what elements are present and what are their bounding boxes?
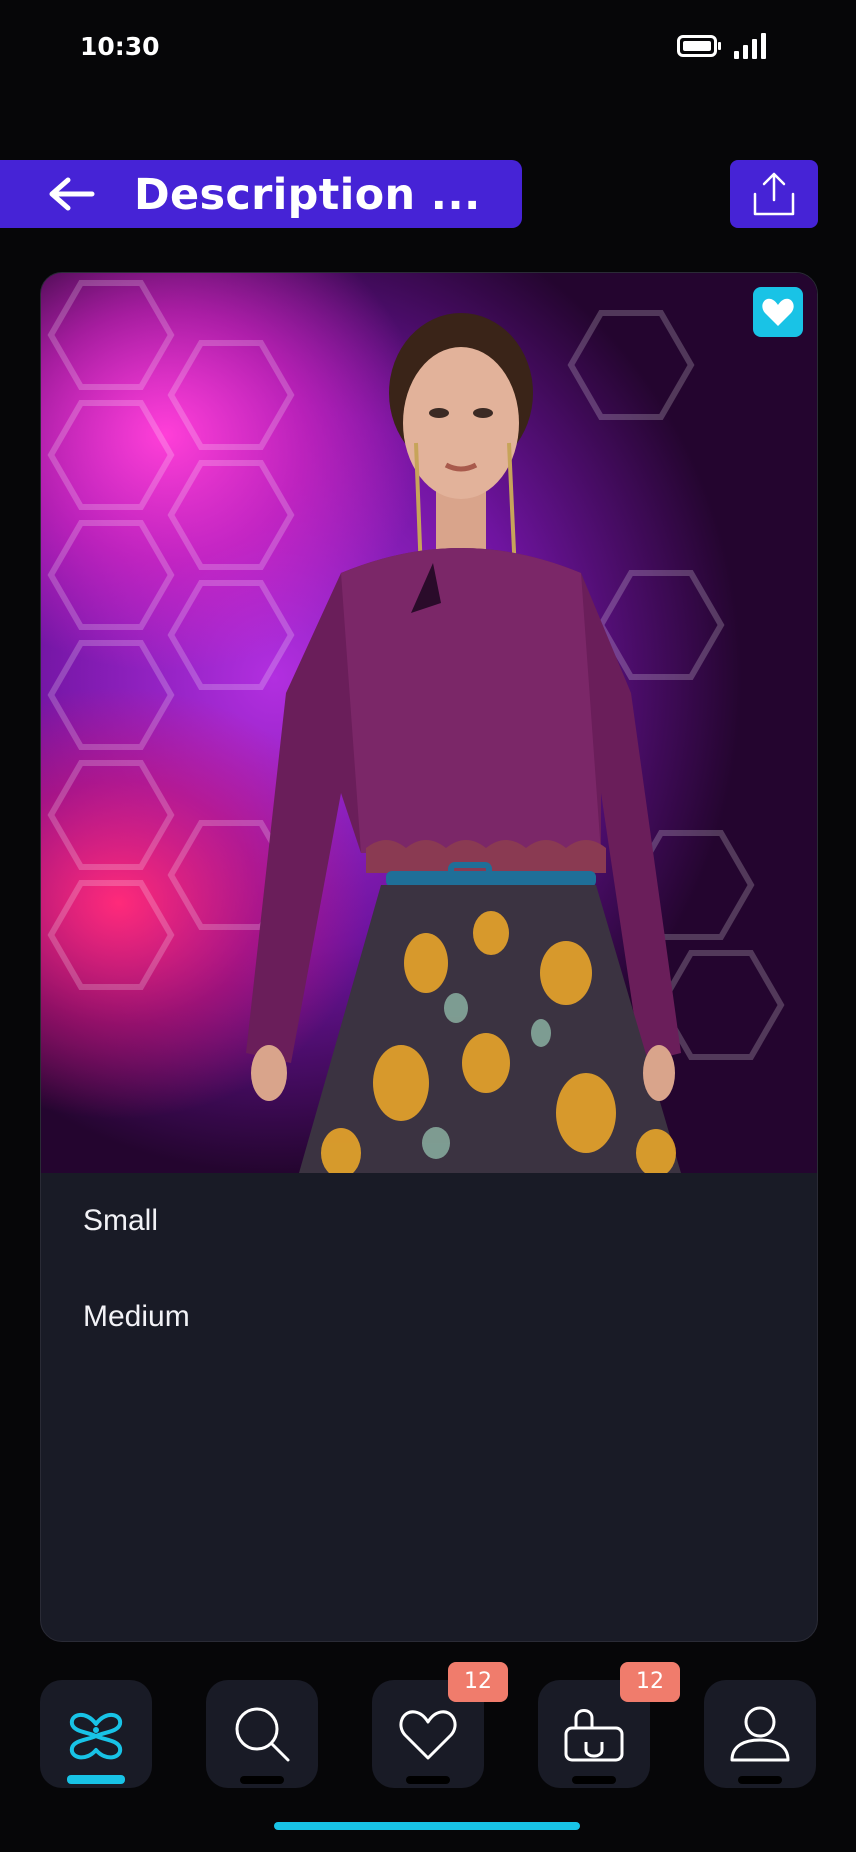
bottom-nav: 12 12 — [0, 1662, 856, 1790]
nav-search[interactable] — [206, 1680, 318, 1788]
favorite-button[interactable] — [753, 287, 803, 337]
nav-profile[interactable] — [704, 1680, 816, 1788]
home-indicator[interactable] — [274, 1822, 580, 1830]
share-icon — [753, 172, 795, 216]
nav-active-indicator — [67, 1775, 125, 1784]
heart-outline-icon — [399, 1710, 457, 1760]
shopping-bag-icon — [564, 1709, 624, 1762]
product-card: Small Medium — [40, 272, 818, 1642]
home-logo-icon — [69, 1713, 123, 1760]
heart-icon — [762, 298, 794, 326]
nav-home[interactable] — [40, 1680, 152, 1788]
battery-icon — [677, 35, 721, 57]
size-option-medium[interactable]: Medium — [83, 1299, 817, 1395]
search-icon — [235, 1707, 290, 1762]
product-image — [41, 273, 817, 1173]
page-title: Description ... — [134, 170, 481, 220]
signal-icon — [734, 33, 766, 59]
back-arrow-icon[interactable] — [48, 174, 96, 214]
size-option-small[interactable]: Small — [83, 1203, 817, 1299]
user-icon — [730, 1706, 790, 1762]
size-options: Small Medium — [41, 1173, 817, 1395]
cart-badge: 12 — [620, 1662, 680, 1702]
header-bar: Description ... — [0, 160, 522, 228]
model-figure — [246, 313, 681, 1173]
nav-wishlist[interactable]: 12 — [372, 1662, 508, 1788]
share-button[interactable] — [730, 160, 818, 228]
status-time: 10:30 — [80, 32, 160, 61]
wishlist-badge: 12 — [448, 1662, 508, 1702]
nav-cart[interactable]: 12 — [538, 1662, 680, 1788]
